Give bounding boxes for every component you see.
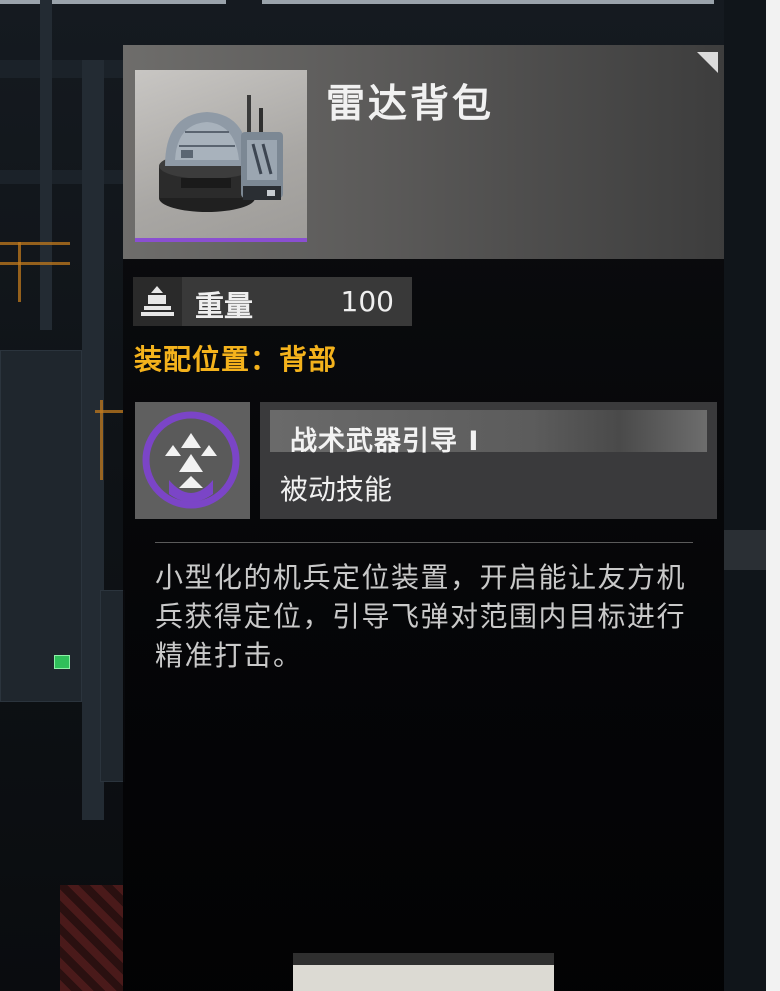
equip-slot-text: 装配位置：背部 [134, 343, 338, 376]
radar-backpack-icon [159, 95, 283, 212]
item-description: 小型化的机兵定位装置，开启能让友方机兵获得定位，引导飞弹对范围内目标进行精准打击… [155, 561, 687, 672]
item-detail-card: 雷达背包 重量 100 装配位置：背部 战术武器引导 I 被动技能 小型化的机兵… [123, 45, 724, 991]
skill-icon-tile[interactable] [135, 402, 250, 519]
bottom-card-edge [293, 953, 554, 991]
weight-stat: 重量 100 [133, 277, 412, 326]
item-thumbnail[interactable] [135, 70, 307, 242]
skill-type: 被动技能 [280, 473, 393, 506]
tactical-guidance-skill-icon [142, 411, 240, 509]
weight-icon [133, 277, 182, 326]
skill-panel[interactable]: 战术武器引导 I 被动技能 [260, 402, 717, 519]
weight-label: 重量 [195, 289, 254, 323]
item-name: 雷达背包 [326, 82, 495, 127]
weight-value: 100 [340, 285, 394, 318]
corner-marker-icon [697, 52, 718, 73]
divider [155, 542, 693, 543]
skill-name-bar: 战术武器引导 I [270, 410, 707, 457]
rarity-bar [135, 238, 307, 242]
skill-name: 战术武器引导 I [290, 426, 480, 457]
item-header: 雷达背包 [123, 45, 724, 259]
